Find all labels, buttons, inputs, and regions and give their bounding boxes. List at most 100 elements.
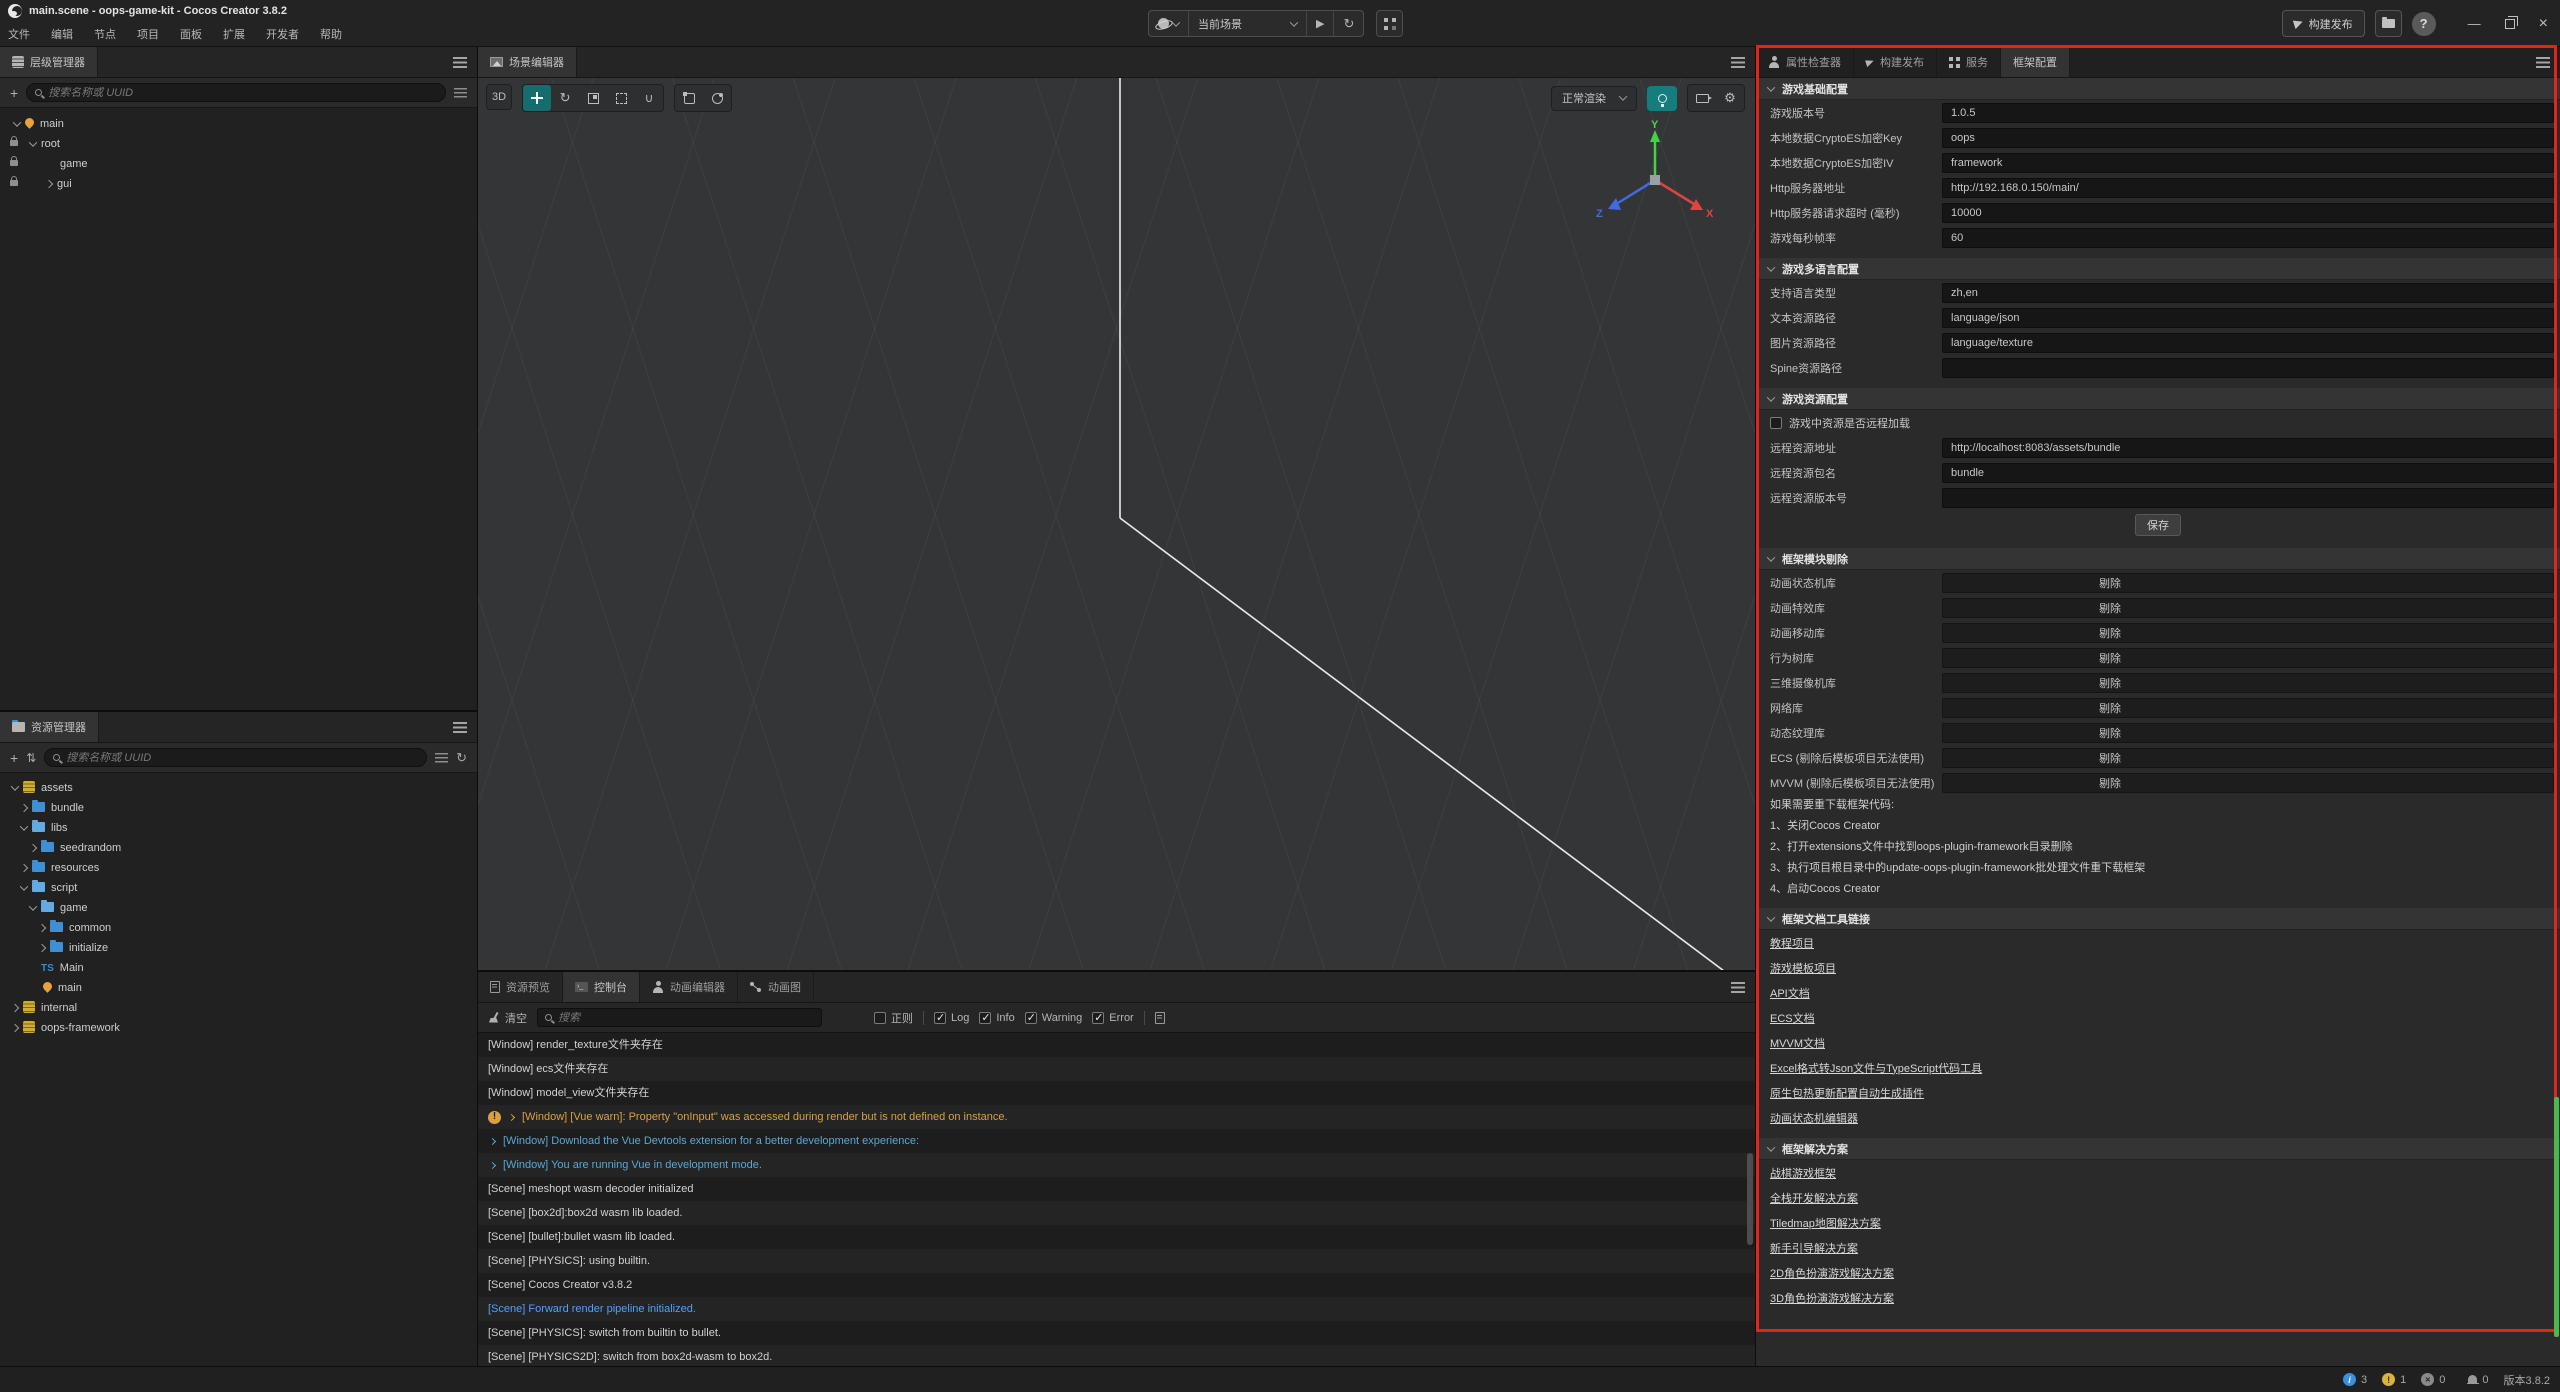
link-wargame-framework[interactable]: 战棋游戏框架 [1770, 1165, 1836, 1181]
info-count[interactable]: 3 [2343, 1373, 2367, 1386]
asset-node-oops-framework[interactable]: oops-framework [0, 1018, 477, 1038]
scene-settings-button[interactable] [1716, 85, 1744, 111]
asset-node-internal[interactable]: internal [0, 998, 477, 1018]
orientation-gizmo[interactable]: Y X Z [1590, 118, 1720, 248]
restore-button[interactable] [2505, 19, 2515, 29]
link-api-docs[interactable]: API文档 [1770, 985, 1810, 1001]
filter-warning-checkbox[interactable]: Warning [1025, 1012, 1083, 1024]
assets-panel-menu-icon[interactable] [453, 722, 467, 733]
anchor-tool-button[interactable] [635, 85, 663, 111]
tab-console[interactable]: 控制台 [563, 972, 640, 1002]
menu-project[interactable]: 项目 [137, 26, 159, 42]
chevron-right-icon[interactable] [20, 864, 28, 872]
chevron-right-icon[interactable] [20, 804, 28, 812]
inspector-panel-menu-icon[interactable] [2536, 57, 2550, 68]
link-template-project[interactable]: 游戏模板项目 [1770, 960, 1836, 976]
chevron-right-icon[interactable] [38, 944, 46, 952]
asset-node-bundle[interactable]: bundle [0, 798, 477, 818]
hierarchy-search-input[interactable] [48, 87, 437, 99]
notification-count[interactable]: 0 [2468, 1374, 2488, 1386]
asset-node-libs[interactable]: libs [0, 818, 477, 838]
log-row[interactable]: [Scene] [PHYSICS]: switch from builtin t… [478, 1321, 1755, 1345]
asset-node-script[interactable]: script [0, 878, 477, 898]
open-project-folder-button[interactable] [2375, 10, 2402, 37]
tree-node-main[interactable]: main [0, 114, 477, 134]
assets-search[interactable] [44, 748, 427, 767]
tab-property-inspector[interactable]: 属性检查器 [1756, 47, 1854, 77]
menu-extension[interactable]: 扩展 [223, 26, 245, 42]
move-tool-button[interactable] [523, 85, 551, 111]
expand-icon[interactable] [508, 1113, 515, 1120]
section-solutions[interactable]: 框架解决方案 [1756, 1138, 2560, 1160]
link-2drpg-solution[interactable]: 2D角色扮演游戏解决方案 [1770, 1265, 1894, 1281]
tab-hierarchy[interactable]: 层级管理器 [0, 47, 98, 77]
create-asset-button[interactable]: + [10, 751, 18, 765]
checkbox-icon[interactable] [1770, 417, 1782, 429]
remote-load-checkbox-row[interactable]: 游戏中资源是否远程加载 [1756, 410, 2560, 435]
chevron-down-icon[interactable] [29, 902, 37, 910]
chevron-right-icon[interactable] [45, 180, 53, 188]
console-search[interactable] [537, 1008, 822, 1027]
filter-info-checkbox[interactable]: Info [979, 1012, 1014, 1024]
asset-node-game[interactable]: game [0, 898, 477, 918]
open-log-file-icon[interactable] [1155, 1012, 1165, 1024]
asset-node-common[interactable]: common [0, 918, 477, 938]
log-row-warning[interactable]: [Window] [Vue warn]: Property "onInput" … [478, 1105, 1755, 1129]
fps-input[interactable] [1942, 228, 2554, 248]
play-button[interactable]: ▶ [1307, 11, 1334, 36]
expand-icon[interactable] [489, 1137, 496, 1144]
log-row[interactable]: [Scene] [PHYSICS2D]: switch from box2d-w… [478, 1345, 1755, 1366]
chevron-down-icon[interactable] [11, 782, 19, 790]
chevron-down-icon[interactable] [13, 118, 21, 126]
rotate-tool-button[interactable] [551, 85, 579, 111]
qr-preview-button[interactable] [1376, 10, 1403, 37]
regex-checkbox[interactable]: 正则 [874, 1010, 913, 1026]
text-res-path-input[interactable] [1942, 308, 2554, 328]
camera-settings-button[interactable] [1688, 85, 1716, 111]
remove-tween-button[interactable]: 剔除 [1942, 623, 2554, 643]
remove-effect-button[interactable]: 剔除 [1942, 598, 2554, 618]
log-row-accent[interactable]: [Scene] Forward render pipeline initiali… [478, 1297, 1755, 1321]
tree-node-gui[interactable]: gui [0, 174, 477, 194]
preview-scene-select[interactable]: 当前场景 [1189, 11, 1307, 36]
log-row[interactable]: [Window] ecs文件夹存在 [478, 1057, 1755, 1081]
console-search-input[interactable] [558, 1012, 814, 1024]
chevron-down-icon[interactable] [20, 822, 28, 830]
chevron-right-icon[interactable] [29, 844, 37, 852]
log-row-info[interactable]: [Window] Download the Vue Devtools exten… [478, 1129, 1755, 1153]
asset-node-seedrandom[interactable]: seedrandom [0, 838, 477, 858]
preview-platform-select[interactable] [1149, 11, 1189, 36]
remove-animator-button[interactable]: 剔除 [1942, 573, 2554, 593]
tab-asset-preview[interactable]: 资源预览 [478, 972, 563, 1002]
tree-node-root[interactable]: root [0, 134, 477, 154]
filter-log-checkbox[interactable]: Log [934, 1012, 969, 1024]
crypto-iv-input[interactable] [1942, 153, 2554, 173]
menu-file[interactable]: 文件 [8, 26, 30, 42]
link-excel-tool[interactable]: Excel格式转Json文件与TypeScript代码工具 [1770, 1060, 1982, 1076]
menu-edit[interactable]: 编辑 [51, 26, 73, 42]
scene-viewport[interactable]: 3D 正常渲染 [478, 78, 1755, 970]
remote-bundle-name-input[interactable] [1942, 463, 2554, 483]
section-game-basic[interactable]: 游戏基础配置 [1756, 78, 2560, 100]
crypto-key-input[interactable] [1942, 128, 2554, 148]
section-multilanguage[interactable]: 游戏多语言配置 [1756, 258, 2560, 280]
console-panel-menu-icon[interactable] [1731, 982, 1745, 993]
remove-camera3d-button[interactable]: 剔除 [1942, 673, 2554, 693]
remove-behavior-tree-button[interactable]: 剔除 [1942, 648, 2554, 668]
asset-node-assets[interactable]: assets [0, 778, 477, 798]
remove-ecs-button[interactable]: 剔除 [1942, 748, 2554, 768]
image-res-path-input[interactable] [1942, 333, 2554, 353]
tab-assets[interactable]: 资源管理器 [0, 712, 99, 742]
remove-network-button[interactable]: 剔除 [1942, 698, 2554, 718]
chevron-down-icon[interactable] [29, 138, 37, 146]
hierarchy-search[interactable] [26, 83, 446, 102]
chevron-right-icon[interactable] [38, 924, 46, 932]
chevron-down-icon[interactable] [20, 882, 28, 890]
assets-search-input[interactable] [66, 752, 418, 764]
remove-mvvm-button[interactable]: 剔除 [1942, 773, 2554, 793]
save-button[interactable]: 保存 [2135, 514, 2181, 536]
remove-dynamic-texture-button[interactable]: 剔除 [1942, 723, 2554, 743]
filter-error-checkbox[interactable]: Error [1092, 1012, 1133, 1024]
asset-node-resources[interactable]: resources [0, 858, 477, 878]
link-mvvm-docs[interactable]: MVVM文档 [1770, 1035, 1825, 1051]
